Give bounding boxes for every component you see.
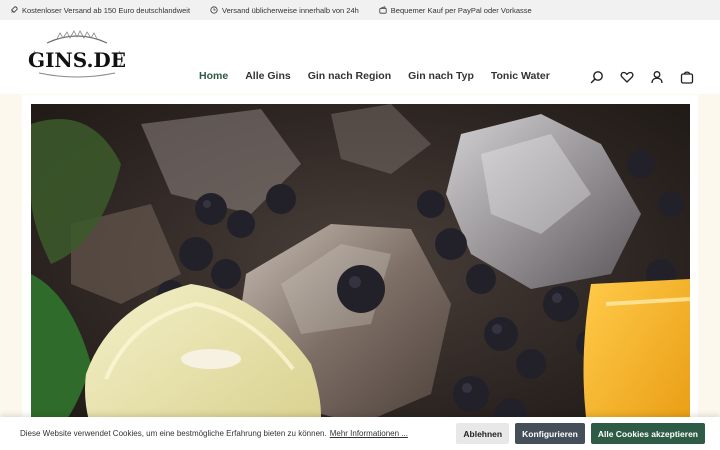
info-payment-text: Bequemer Kauf per PayPal oder Vorkasse (390, 5, 532, 15)
clock-icon (210, 6, 218, 14)
wallet-icon (379, 6, 387, 14)
cookie-more-info-link[interactable]: Mehr Informationen ... (330, 429, 408, 438)
nav-all-gins[interactable]: Alle Gins (245, 70, 291, 82)
cookie-text: Diese Website verwendet Cookies, um eine… (20, 429, 327, 438)
nav-gin-by-type[interactable]: Gin nach Typ (408, 70, 474, 82)
nav-gin-by-region[interactable]: Gin nach Region (308, 70, 391, 82)
bag-icon[interactable] (680, 70, 694, 84)
nav-tonic-water[interactable]: Tonic Water (491, 70, 550, 82)
configure-cookies-button[interactable]: Konfigurieren (515, 423, 585, 444)
site-header: GINS.DE Home Alle Gins Gin nach Region G… (0, 20, 720, 94)
info-bar: Kostenloser Versand ab 150 Euro deutschl… (0, 0, 720, 20)
info-shipping: Kostenloser Versand ab 150 Euro deutschl… (10, 6, 190, 15)
info-delivery: Versand üblicherweise innerhalb von 24h (210, 6, 359, 15)
gin-ice-juniper-photo (31, 104, 690, 450)
search-icon[interactable] (590, 70, 604, 84)
user-icon[interactable] (650, 70, 664, 84)
cookie-banner: Diese Website verwendet Cookies, um eine… (0, 417, 720, 450)
header-actions (590, 70, 694, 84)
hero-image[interactable] (31, 104, 690, 450)
logo-text: GINS.DE (28, 48, 126, 72)
accept-all-cookies-button[interactable]: Alle Cookies akzeptieren (590, 423, 705, 444)
gins-logo[interactable]: GINS.DE (27, 29, 127, 85)
rocket-icon (11, 6, 18, 13)
main-nav: Home Alle Gins Gin nach Region Gin nach … (199, 70, 550, 82)
nav-home[interactable]: Home (199, 70, 228, 82)
hero-section (22, 95, 698, 450)
info-payment: Bequemer Kauf per PayPal oder Vorkasse (379, 6, 532, 15)
cookie-buttons: Ablehnen Konfigurieren Alle Cookies akze… (456, 423, 705, 444)
info-shipping-text: Kostenloser Versand ab 150 Euro deutschl… (22, 5, 191, 15)
info-delivery-text: Versand üblicherweise innerhalb von 24h (222, 5, 359, 15)
reject-cookies-button[interactable]: Ablehnen (456, 423, 510, 444)
heart-icon[interactable] (620, 70, 634, 84)
